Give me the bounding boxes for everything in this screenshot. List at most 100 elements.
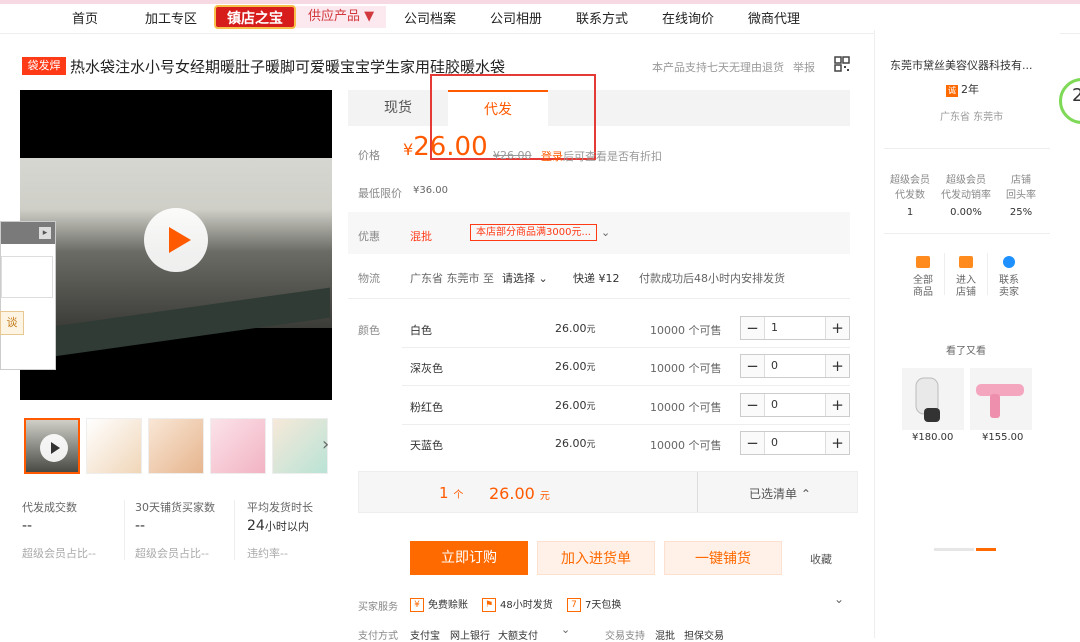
pay-large: 大额支付 (498, 631, 538, 642)
play-icon[interactable] (144, 208, 208, 272)
nav-agent[interactable]: 微商代理 (748, 8, 800, 27)
stat-value: -- (135, 518, 146, 534)
chevron-down-icon[interactable]: ⌄ (834, 592, 844, 606)
color-stock: 10000 个可售 (650, 401, 722, 414)
nav-company-profile[interactable]: 公司档案 (404, 8, 456, 27)
stat-sub: 超级会员占比-- (22, 547, 96, 560)
related-product-image[interactable] (970, 368, 1032, 430)
plus-button[interactable]: + (825, 394, 849, 416)
nav-contact[interactable]: 联系方式 (576, 8, 628, 27)
all-products-link[interactable]: 全部 商品 (906, 275, 940, 299)
carousel-indicator[interactable] (934, 548, 974, 551)
stat-label: 平均发货时长 (247, 501, 313, 514)
services-label: 买家服务 (358, 602, 398, 613)
plus-button[interactable]: + (825, 317, 849, 339)
chat-panel: ▸ (0, 221, 56, 370)
thumbnail-video[interactable] (24, 418, 80, 474)
quantity-stepper: − 0 + (740, 431, 850, 455)
color-stock: 10000 个可售 (650, 324, 722, 337)
company-name[interactable]: 东莞市黛丝美容仪器科技有... (890, 57, 1033, 73)
quantity-input[interactable]: 0 (771, 436, 778, 449)
nav-supply-dropdown[interactable]: 供应产品 ▼ (296, 6, 386, 28)
chosen-list-toggle[interactable]: 已选清单 ⌃ (749, 485, 811, 502)
chevron-down-icon[interactable]: ⌄ (561, 623, 570, 636)
quantity-input[interactable]: 0 (771, 398, 778, 411)
color-label: 颜色 (358, 324, 380, 337)
nav-processing[interactable]: 加工专区 (145, 8, 197, 27)
stat-value: 24小时以内 (247, 518, 309, 534)
logistics-label: 物流 (358, 272, 380, 285)
membership-years: 诚 2年 (946, 83, 979, 97)
add-to-list-button[interactable]: 加入进货单 (537, 541, 655, 575)
color-stock: 10000 个可售 (650, 362, 722, 375)
shop-icon[interactable] (959, 256, 973, 268)
stock-tabs: 现货 代发 (348, 90, 850, 126)
report-link[interactable]: 举报 (793, 59, 815, 75)
color-price: 26.00元 (555, 399, 596, 412)
chat-button[interactable]: 谈 (0, 311, 24, 335)
contact-icon[interactable] (1003, 256, 1015, 268)
return-policy: 本产品支持七天无理由退货 (652, 61, 784, 74)
related-product-image[interactable] (902, 368, 964, 430)
delivery-icon: ⚑ (482, 598, 496, 612)
chevron-down-icon[interactable]: ⌄ (601, 226, 610, 239)
destination-select[interactable]: 请选择 ⌄ (502, 270, 548, 286)
thumbnail-image[interactable] (86, 418, 142, 474)
promo-type: 混批 (410, 230, 432, 243)
chat-input[interactable] (1, 256, 53, 298)
minus-button[interactable]: − (741, 355, 765, 377)
promo-badge[interactable]: 本店部分商品满3000元... (470, 224, 597, 241)
contact-seller-link[interactable]: 联系 卖家 (992, 275, 1026, 299)
one-click-list-button[interactable]: 一键铺货 (664, 541, 782, 575)
color-price: 26.00元 (555, 322, 596, 335)
qrcode-icon[interactable] (834, 56, 850, 75)
color-name: 深灰色 (410, 362, 443, 375)
top-decor-strip (0, 0, 1080, 4)
selected-total: 26.00 元 (489, 484, 550, 503)
minus-button[interactable]: − (741, 432, 765, 454)
plus-button[interactable]: + (825, 355, 849, 377)
color-name: 天蓝色 (410, 439, 443, 452)
sidebar-stat-label: 超级会员 代发数 (890, 175, 930, 201)
enter-shop-link[interactable]: 进入 店铺 (949, 275, 983, 299)
minus-button[interactable]: − (741, 317, 765, 339)
nav-company-album[interactable]: 公司相册 (490, 8, 542, 27)
minus-button[interactable]: − (741, 394, 765, 416)
favorite-link[interactable]: 收藏 (810, 551, 832, 567)
shop-location: 广东省 东莞市 (940, 112, 1004, 123)
selected-count: 1 个 (439, 484, 464, 502)
stat-sub: 违约率-- (247, 547, 288, 560)
price-value: ¥26.00 (403, 132, 488, 162)
quantity-stepper: − 0 + (740, 393, 850, 417)
all-products-icon[interactable] (916, 256, 930, 268)
product-tag: 袋发焊 (22, 57, 66, 75)
plus-button[interactable]: + (825, 432, 849, 454)
min-price-label: 最低限价 (358, 187, 402, 200)
pay-bank: 网上银行 (450, 631, 490, 642)
trade-escrow: 担保交易 (684, 631, 724, 642)
carousel-indicator-active[interactable] (976, 548, 996, 551)
thumbnail-image[interactable] (210, 418, 266, 474)
nav-featured-badge[interactable]: 镇店之宝 (214, 5, 296, 29)
quantity-input[interactable]: 1 (771, 321, 778, 334)
sidebar-stat-value: 0.00% (950, 207, 982, 218)
pay-alipay: 支付宝 (410, 631, 440, 642)
quantity-input[interactable]: 0 (771, 359, 778, 372)
thumbnail-image[interactable] (272, 418, 328, 474)
nav-home[interactable]: 首页 (72, 8, 98, 27)
express-fee: 快递 ¥12 (573, 272, 620, 285)
sidebar-stat-label: 超级会员 代发动销率 (941, 175, 991, 201)
stat-label: 代发成交数 (22, 501, 77, 514)
buy-now-button[interactable]: 立即订购 (410, 541, 528, 575)
nav-inquiry[interactable]: 在线询价 (662, 8, 714, 27)
chat-collapse-icon[interactable]: ▸ (39, 227, 51, 239)
service-credit: ¥ 免费赊账 (410, 596, 468, 612)
product-video[interactable] (20, 90, 332, 400)
trust-logo-icon: 诚 (946, 85, 958, 97)
play-icon (40, 434, 68, 462)
also-viewed-title: 看了又看 (946, 346, 986, 357)
ship-to-word: 至 (483, 272, 494, 285)
thumbnail-image[interactable] (148, 418, 204, 474)
chevron-right-icon[interactable]: › (322, 434, 329, 455)
floating-badge[interactable]: 2 (1059, 78, 1080, 124)
